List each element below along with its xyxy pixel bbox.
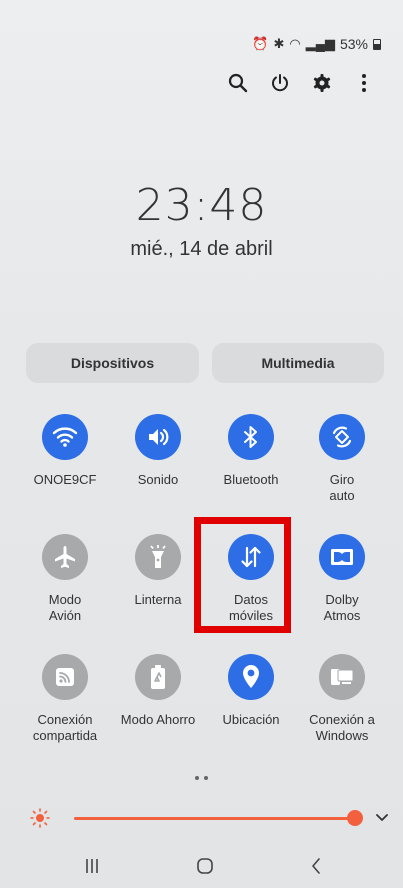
tile-link-to-windows[interactable]: Conexión a Windows — [297, 654, 387, 744]
tile-auto-rotate[interactable]: Giro auto — [297, 414, 387, 504]
location-icon — [243, 665, 259, 688]
tile-label: Modo Ahorro — [120, 712, 196, 727]
tile-label: ONOE9CF — [33, 472, 97, 487]
power-button[interactable] — [259, 68, 301, 98]
tile-battery-saver-toggle[interactable] — [135, 654, 181, 700]
tile-battery-saver[interactable]: Modo Ahorro — [113, 654, 203, 728]
tile-wifi-toggle[interactable] — [42, 414, 88, 460]
brightness-thumb[interactable] — [347, 810, 363, 826]
battery-percent: 53% — [339, 36, 368, 52]
chevron-down-icon — [376, 814, 388, 821]
dolby-icon — [331, 549, 353, 565]
tile-location[interactable]: Ubicación — [206, 654, 296, 728]
tile-bluetooth[interactable]: Bluetooth — [206, 414, 296, 488]
bluetooth-icon — [244, 426, 257, 448]
tile-sound-toggle[interactable] — [135, 414, 181, 460]
tile-hotspot-toggle[interactable] — [42, 654, 88, 700]
settings-button[interactable] — [301, 68, 343, 98]
tile-hotspot[interactable]: Conexión compartida — [20, 654, 110, 744]
tile-sound[interactable]: Sonido — [113, 414, 203, 488]
tile-label: Datos móviles — [228, 592, 274, 623]
more-options-button[interactable] — [343, 68, 385, 98]
tile-location-toggle[interactable] — [228, 654, 274, 700]
flashlight-icon — [150, 545, 166, 568]
tile-dolby-atmos[interactable]: Dolby Atmos — [297, 534, 387, 624]
battery-icon — [373, 38, 381, 50]
tile-flashlight[interactable]: Linterna — [113, 534, 203, 608]
tile-label: Sonido — [137, 472, 179, 487]
airplane-icon — [55, 546, 75, 568]
page-dot — [204, 776, 208, 780]
wifi-icon — [52, 427, 78, 447]
recent-apps-button[interactable] — [72, 854, 112, 878]
tile-airplane[interactable]: Modo Avión — [20, 534, 110, 624]
gear-icon — [313, 74, 331, 92]
tile-label: Linterna — [134, 592, 182, 607]
devices-button[interactable]: Dispositivos — [26, 343, 199, 383]
tile-link-to-windows-toggle[interactable] — [319, 654, 365, 700]
power-icon — [272, 74, 288, 92]
alarm-icon: ⏰ — [252, 36, 269, 51]
rotate-icon — [332, 426, 352, 448]
brightness-icon — [30, 808, 50, 828]
sound-icon — [149, 428, 169, 446]
wifi-status-icon: ◠ — [289, 36, 301, 51]
tile-mobile-data-toggle[interactable] — [228, 534, 274, 580]
bluetooth-status-icon: ✱ — [273, 36, 285, 51]
tile-mobile-data[interactable]: Datos móviles — [206, 534, 296, 624]
home-icon — [197, 858, 213, 874]
tile-auto-rotate-toggle[interactable] — [319, 414, 365, 460]
tile-airplane-toggle[interactable] — [42, 534, 88, 580]
back-button[interactable] — [296, 854, 336, 878]
clock-date[interactable]: mié., 14 de abril — [0, 238, 403, 261]
home-button[interactable] — [185, 854, 225, 878]
signal-icon: ▂▄▆ — [305, 36, 335, 51]
tile-wifi[interactable]: ONOE9CF — [20, 414, 110, 488]
hotspot-icon — [56, 668, 74, 686]
page-indicator — [0, 776, 403, 780]
tile-dolby-atmos-toggle[interactable] — [319, 534, 365, 580]
media-button[interactable]: Multimedia — [212, 343, 384, 383]
clock-time[interactable]: 23:48 — [0, 180, 403, 231]
page-dot — [195, 776, 199, 780]
search-button[interactable] — [217, 68, 259, 98]
tile-label: Dolby Atmos — [323, 592, 361, 623]
quick-panel-actions — [217, 68, 385, 98]
tile-label: Modo Avión — [48, 592, 82, 623]
mobile-data-icon — [241, 546, 261, 568]
link-windows-icon — [331, 669, 354, 685]
more-vert-icon — [362, 74, 366, 92]
brightness-track[interactable] — [74, 817, 354, 820]
tile-label: Ubicación — [222, 712, 280, 727]
tile-flashlight-toggle[interactable] — [135, 534, 181, 580]
tile-bluetooth-toggle[interactable] — [228, 414, 274, 460]
expand-panel-button[interactable] — [372, 810, 392, 826]
status-bar: ⏰ ✱ ◠ ▂▄▆ 53% — [252, 36, 381, 52]
back-icon — [312, 858, 320, 874]
search-icon — [228, 73, 248, 93]
tile-label: Conexión compartida — [32, 712, 98, 743]
battery-saver-icon — [151, 665, 165, 689]
tile-label: Bluetooth — [223, 472, 279, 487]
tile-label: Giro auto — [329, 472, 355, 503]
tile-label: Conexión a Windows — [309, 712, 375, 743]
navigation-bar — [0, 848, 403, 888]
recents-icon — [86, 859, 98, 873]
brightness-slider[interactable] — [22, 808, 388, 828]
